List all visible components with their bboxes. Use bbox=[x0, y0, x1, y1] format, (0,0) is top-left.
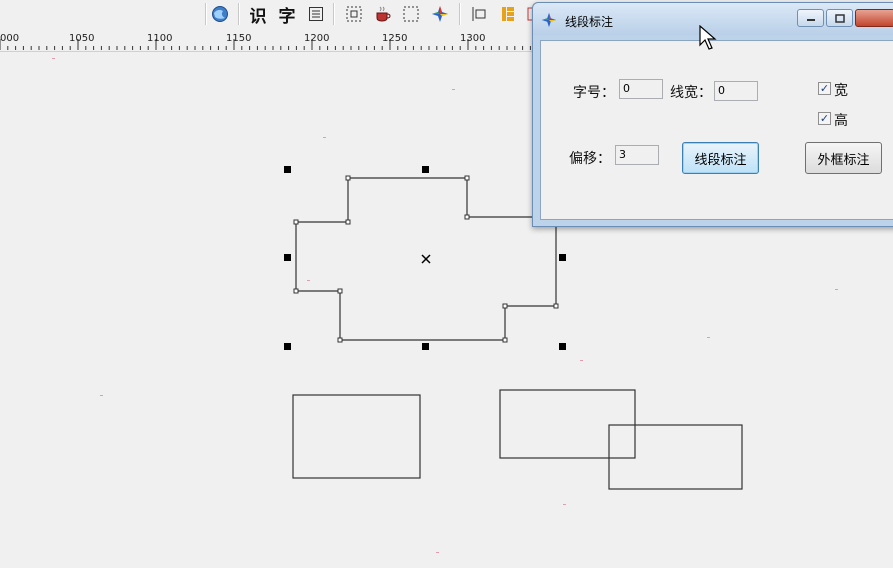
height-checkbox[interactable]: ✓ bbox=[818, 112, 831, 125]
ruler-label: 000 bbox=[0, 33, 20, 44]
offset-field[interactable]: 3 bbox=[615, 145, 659, 165]
toolbar-separator bbox=[205, 3, 207, 25]
minimize-icon[interactable] bbox=[797, 9, 824, 27]
dialog-title: 线段标注 bbox=[565, 15, 614, 29]
rectangle-shape[interactable] bbox=[608, 424, 743, 490]
frame-annotate-button[interactable]: 外框标注 bbox=[805, 142, 882, 174]
rectangle-shape[interactable] bbox=[292, 394, 421, 479]
table-icon[interactable] bbox=[306, 4, 326, 24]
line-width-label: 线宽： bbox=[670, 85, 712, 101]
select-frame-icon[interactable] bbox=[344, 4, 364, 24]
toolbar-separator bbox=[238, 3, 240, 25]
line-width-field[interactable]: 0 bbox=[714, 81, 758, 101]
ruler-label: 1300 bbox=[460, 33, 486, 44]
color-star-icon[interactable] bbox=[430, 4, 450, 24]
height-checkbox-label: 高 bbox=[834, 113, 848, 129]
layers-icon[interactable] bbox=[498, 4, 518, 24]
close-icon[interactable] bbox=[855, 9, 893, 27]
ruler-label: 1150 bbox=[226, 33, 252, 44]
ruler-label: 1050 bbox=[69, 33, 95, 44]
ruler-label: 1200 bbox=[304, 33, 330, 44]
app-star-icon bbox=[541, 12, 557, 32]
width-checkbox-label: 宽 bbox=[834, 83, 848, 99]
ruler-label: 1250 bbox=[382, 33, 408, 44]
width-checkbox[interactable]: ✓ bbox=[818, 82, 831, 95]
rectangle-shape[interactable] bbox=[499, 389, 636, 459]
ruler-label: 1100 bbox=[147, 33, 173, 44]
font-size-label: 字号： bbox=[573, 85, 615, 101]
font-size-field[interactable]: 0 bbox=[619, 79, 663, 99]
toolbar-separator bbox=[333, 3, 335, 25]
cup-icon[interactable] bbox=[373, 4, 393, 24]
mouse-cursor-icon bbox=[699, 24, 719, 57]
segment-annotate-button[interactable]: 线段标注 bbox=[682, 142, 759, 174]
center-cross-icon bbox=[421, 254, 431, 264]
toolbar-separator bbox=[459, 3, 461, 25]
globe-icon[interactable] bbox=[210, 4, 230, 24]
maximize-icon[interactable] bbox=[826, 9, 853, 27]
offset-label: 偏移： bbox=[569, 151, 611, 167]
dashed-select-icon[interactable] bbox=[401, 4, 421, 24]
dialog-body: 字号： 0 线宽： 0 ✓ 宽 ✓ 高 偏移： 3 线段标注 外框标注 bbox=[540, 40, 893, 220]
recognize-text-icon[interactable]: 识 bbox=[248, 4, 268, 27]
align-icon[interactable] bbox=[469, 4, 489, 24]
char-text-icon[interactable]: 字 bbox=[277, 4, 297, 27]
